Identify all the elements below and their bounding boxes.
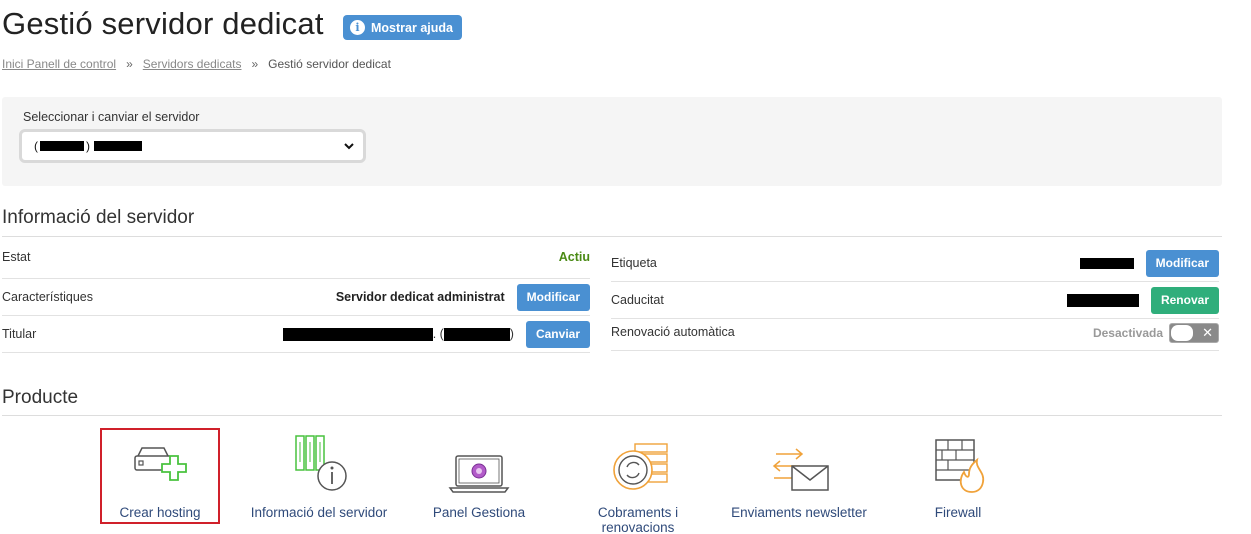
tag-label: Etiqueta <box>611 256 657 270</box>
product-server-info[interactable]: Informació del servidor <box>246 428 392 520</box>
breadcrumb-separator: » <box>126 57 133 71</box>
server-info-left: Estat Actiu Característiques Servidor de… <box>2 242 590 353</box>
toggle-knob <box>1171 324 1193 341</box>
page-title: Gestió servidor dedicat <box>2 6 324 41</box>
features-row: Característiques Servidor dedicat admini… <box>2 279 590 316</box>
product-grid: Crear hosting Informació del servidor Pa… <box>0 428 1251 534</box>
server-plus-icon <box>130 430 190 492</box>
autorenew-row: Renovació automàtica Desactivada ✕ <box>611 319 1219 351</box>
product-label: Firewall <box>934 505 982 520</box>
firewall-icon <box>928 428 988 494</box>
product-firewall[interactable]: Firewall <box>920 428 996 520</box>
laptop-icon <box>448 428 510 494</box>
server-selector-label: Seleccionar i canviar el servidor <box>23 110 200 124</box>
redacted-text <box>443 327 510 341</box>
tag-row: Etiqueta Modificar <box>611 245 1219 282</box>
expiry-label: Caducitat <box>611 293 664 307</box>
change-owner-button[interactable]: Canviar <box>525 320 590 348</box>
divider <box>2 236 1222 237</box>
server-selector-panel: Seleccionar i canviar el servidor ( ) <box>2 97 1222 186</box>
product-label: Informació del servidor <box>250 505 388 520</box>
modify-tag-button[interactable]: Modificar <box>1145 249 1219 277</box>
close-icon: ✕ <box>1202 324 1213 340</box>
autorenew-state: Desactivada <box>1092 325 1163 340</box>
divider <box>2 415 1222 416</box>
show-help-label: Mostrar ajuda <box>371 20 453 35</box>
product-panel-gestiona[interactable]: Panel Gestiona <box>420 428 538 520</box>
status-label: Estat <box>2 249 31 264</box>
autorenew-toggle[interactable]: ✕ <box>1169 322 1219 343</box>
product-newsletter[interactable]: Enviaments newsletter <box>726 428 872 520</box>
show-help-button[interactable]: i Mostrar ajuda <box>343 15 462 40</box>
server-info-right: Etiqueta Modificar Caducitat Renovar Ren… <box>611 245 1219 351</box>
features-label: Característiques <box>2 290 94 304</box>
product-label: Crear hosting <box>119 505 201 520</box>
modify-features-button[interactable]: Modificar <box>516 283 590 311</box>
product-create-hosting[interactable]: Crear hosting <box>100 428 220 524</box>
server-info-title: Informació del servidor <box>2 207 195 228</box>
breadcrumb: Inici Panell de control » Servidors dedi… <box>2 57 391 71</box>
breadcrumb-dedicated-servers-link[interactable]: Servidors dedicats <box>143 57 242 71</box>
redacted-text <box>1066 293 1139 307</box>
breadcrumb-current: Gestió servidor dedicat <box>268 57 391 71</box>
server-select-value: ( ) <box>34 139 343 153</box>
chevron-down-icon <box>344 143 354 150</box>
status-row: Estat Actiu <box>2 242 590 279</box>
server-info-icon <box>288 428 350 494</box>
product-billing-renewals[interactable]: Cobraments i renovacions <box>588 428 688 534</box>
autorenew-label: Renovació automàtica <box>611 324 735 339</box>
breadcrumb-home-link[interactable]: Inici Panell de control <box>2 57 116 71</box>
product-label: Cobraments i renovacions <box>597 505 679 534</box>
product-label: Enviaments newsletter <box>731 505 867 520</box>
redacted-text <box>1079 257 1134 269</box>
product-title: Producte <box>2 387 79 408</box>
owner-label: Titular <box>2 327 37 341</box>
owner-row: Titular . ( ) Canviar <box>2 316 590 353</box>
renew-button[interactable]: Renovar <box>1150 286 1219 314</box>
status-value: Actiu <box>558 249 590 264</box>
redacted-text <box>282 327 433 341</box>
newsletter-icon <box>766 428 832 494</box>
breadcrumb-separator: » <box>251 57 259 71</box>
redacted-text <box>94 141 142 151</box>
features-value: Servidor dedicat administrat <box>335 290 505 304</box>
product-label: Panel Gestiona <box>432 505 526 520</box>
info-icon: i <box>350 20 365 35</box>
server-select[interactable]: ( ) <box>19 129 366 163</box>
expiry-row: Caducitat Renovar <box>611 282 1219 319</box>
coins-icon <box>605 428 671 494</box>
redacted-text <box>40 141 84 151</box>
